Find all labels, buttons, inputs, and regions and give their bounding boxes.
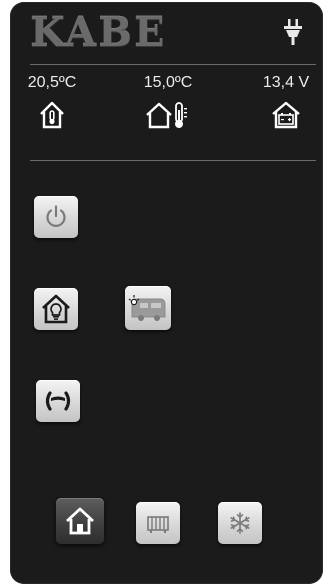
interior-light-button[interactable]	[34, 288, 78, 330]
heater-nav-button[interactable]	[136, 502, 180, 544]
exterior-light-button[interactable]	[125, 286, 171, 330]
outside-temperature: 15,0ºC	[128, 74, 208, 130]
power-icon	[46, 205, 66, 227]
status-row: 20,5ºC 15,0ºC 13,4 V	[10, 74, 323, 144]
battery-voltage: 13,4 V	[256, 74, 316, 130]
leveling-icon	[45, 391, 71, 411]
outside-thermometer-icon	[146, 102, 187, 129]
cooling-nav-button[interactable]	[218, 502, 262, 544]
inside-temperature: 20,5ºC	[22, 74, 82, 130]
control-panel-screen: KABE 20,5ºC 15,0ºC 13,4 V	[10, 2, 323, 584]
header-divider	[30, 64, 316, 65]
home-icon	[66, 507, 94, 535]
battery-voltage-value: 13,4 V	[262, 74, 310, 91]
camper-light-icon	[128, 295, 166, 321]
outside-temperature-value: 15,0ºC	[143, 74, 193, 91]
plug-icon	[284, 19, 302, 45]
radiator-icon	[147, 516, 169, 533]
kabe-logo: KABE	[30, 9, 167, 56]
leveling-button[interactable]	[36, 380, 80, 422]
home-nav-button[interactable]	[56, 498, 104, 544]
house-battery-icon	[272, 101, 300, 129]
status-divider	[30, 160, 316, 161]
snowflake-icon	[230, 512, 250, 534]
house-thermometer-icon	[40, 101, 64, 129]
inside-temperature-value: 20,5ºC	[27, 74, 77, 91]
power-button[interactable]	[34, 196, 78, 238]
house-lightbulb-icon	[42, 294, 70, 324]
